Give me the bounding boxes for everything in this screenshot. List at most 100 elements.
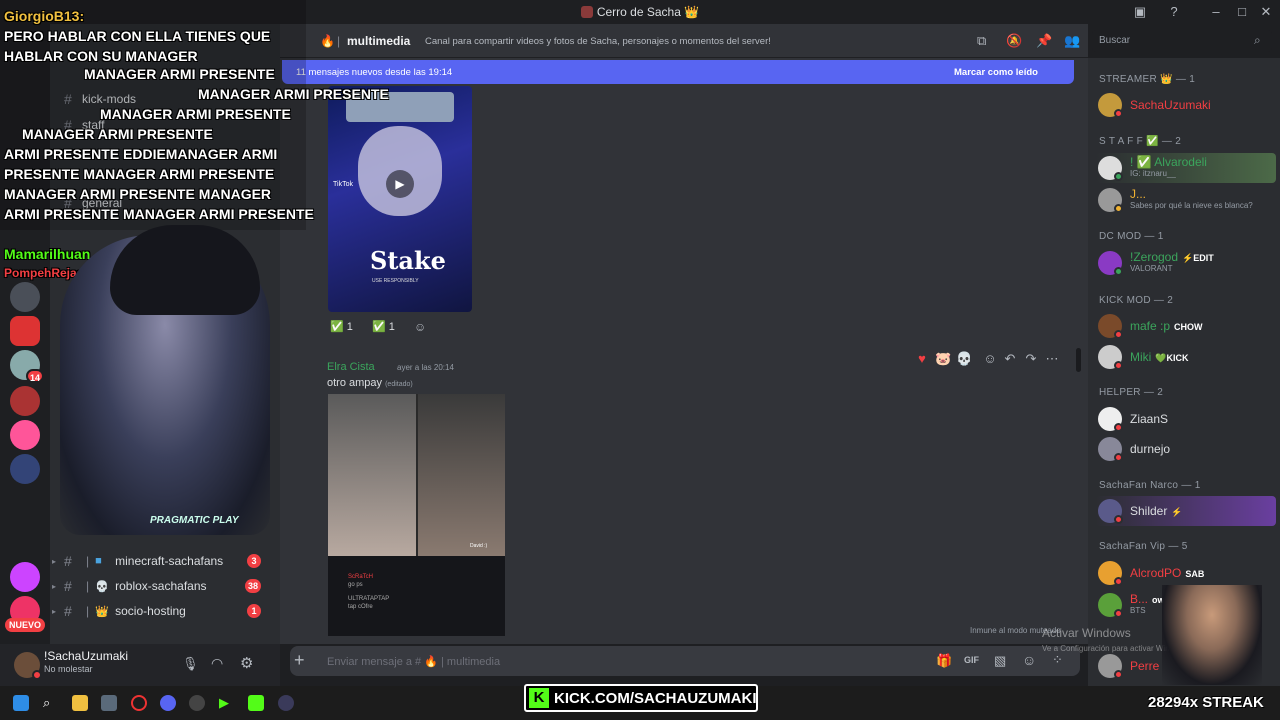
- skull-reaction-icon[interactable]: 💀: [956, 351, 972, 367]
- member-item[interactable]: !Zerogod ⚡EDIT VALORANT: [1096, 248, 1276, 278]
- search-icon[interactable]: ⌕: [43, 695, 59, 711]
- search-icon: ⌕: [1254, 33, 1261, 47]
- windows-start-icon[interactable]: [13, 695, 29, 711]
- maximize-button[interactable]: □: [1234, 4, 1250, 20]
- channel-item-minecraft[interactable]: ▸ # | ■ minecraft-sachafans 3: [50, 550, 275, 572]
- unread-badge: 3: [247, 554, 261, 568]
- more-options-icon[interactable]: ⋯: [1044, 351, 1060, 367]
- forward-icon[interactable]: ↷: [1023, 351, 1039, 367]
- search-input[interactable]: Buscar ⌕: [1092, 30, 1272, 52]
- pin-icon[interactable]: 📌: [1036, 33, 1052, 49]
- close-button[interactable]: ✕: [1258, 4, 1274, 20]
- add-attachment-icon[interactable]: +: [294, 650, 305, 671]
- apps-icon[interactable]: ⁘: [1052, 652, 1063, 668]
- skull-icon: 💀: [95, 580, 109, 593]
- photo-caption: David :): [470, 543, 488, 549]
- notification-bell-off-icon[interactable]: 🔕: [1006, 33, 1022, 49]
- status-dot: [1114, 267, 1123, 276]
- member-list-icon[interactable]: 👥: [1064, 33, 1080, 49]
- member-item[interactable]: mafe :p CHOW: [1096, 311, 1276, 341]
- channel-label: minecraft-sachafans: [115, 554, 224, 568]
- help-icon[interactable]: ?: [1166, 4, 1182, 20]
- member-tag: SAB: [1185, 569, 1205, 579]
- shirt-logo-text: PRAGMATIC PLAY: [150, 515, 239, 526]
- sticker-icon[interactable]: ▧: [994, 653, 1006, 669]
- member-group-header: SachaFan Vip — 5: [1099, 541, 1188, 552]
- member-group-header: DC MOD — 1: [1099, 231, 1164, 242]
- cube-icon: ■: [95, 555, 102, 567]
- chat-line: MANAGER ARMI PRESENTE: [198, 86, 389, 102]
- activate-windows-title: Activar Windows: [1042, 626, 1131, 640]
- status-dot: [1114, 423, 1123, 432]
- add-reaction-icon[interactable]: ☺: [414, 320, 426, 334]
- hash-icon: #: [64, 578, 72, 594]
- file-explorer-icon[interactable]: [72, 695, 88, 711]
- member-name: J...: [1130, 187, 1147, 201]
- status-dot: [1114, 172, 1123, 181]
- discord-icon[interactable]: [160, 695, 176, 711]
- chat-username: GiorgioB13:: [4, 8, 85, 24]
- channel-title: multimedia: [347, 34, 411, 48]
- message-composer[interactable]: + Enviar mensaje a # 🔥 | multimedia 🎁 GI…: [290, 646, 1080, 676]
- reaction[interactable]: ✅ 1: [372, 320, 395, 340]
- chat-line: HABLAR CON SU MANAGER: [4, 48, 198, 64]
- chat-line: MANAGER ARMI PRESENTE: [22, 126, 213, 142]
- photo-image: [418, 394, 505, 556]
- status-dot: [1114, 670, 1123, 679]
- kick-url-banner: K KICK.COM/SACHAUZUMAKI: [524, 684, 758, 712]
- server-icon[interactable]: [10, 562, 40, 592]
- search-placeholder: Buscar: [1099, 35, 1131, 46]
- status-dot: [1114, 109, 1123, 118]
- scrollbar[interactable]: [1076, 348, 1081, 372]
- new-messages-bar[interactable]: 11 mensajes nuevos desde las 19:14 Marca…: [282, 60, 1074, 84]
- kick-icon[interactable]: [248, 695, 264, 711]
- gif-icon[interactable]: GIF: [964, 655, 979, 665]
- obs-icon[interactable]: [278, 695, 294, 711]
- caret-icon: ▸: [52, 556, 57, 566]
- status-dot: [32, 670, 42, 680]
- add-reaction-icon[interactable]: ☺: [982, 351, 998, 367]
- image-attachment[interactable]: ScRaTcH go ps ULTRATAPTAP tap cOfre: [328, 556, 505, 636]
- chrome-icon[interactable]: [189, 695, 205, 711]
- settings-gear-icon[interactable]: ⚙: [240, 654, 253, 672]
- opera-icon[interactable]: [131, 695, 147, 711]
- minimize-button[interactable]: –: [1208, 4, 1224, 20]
- member-item[interactable]: Miki 💚KICK: [1096, 342, 1276, 372]
- member-item[interactable]: ! ✅ Alvarodeli IG: itznaru__: [1096, 153, 1276, 183]
- chat-line: ARMI PRESENTE EDDIEMANAGER ARMI: [4, 146, 278, 162]
- gift-icon[interactable]: 🎁: [936, 653, 952, 669]
- status-dot: [1114, 204, 1123, 213]
- crown-icon: 👑: [95, 605, 109, 618]
- heart-reaction-icon[interactable]: ♥: [914, 351, 930, 367]
- member-name: Miki: [1130, 350, 1152, 364]
- member-name: durnejo: [1130, 442, 1171, 456]
- emoji-icon[interactable]: ☺: [1022, 652, 1036, 668]
- reply-icon[interactable]: ↶: [1002, 351, 1018, 367]
- member-status: IG: itznaru__: [1130, 169, 1176, 178]
- inbox-icon[interactable]: ▣: [1132, 4, 1148, 20]
- member-item[interactable]: J... Sabes por qué la nieve es blanca?: [1096, 185, 1276, 215]
- emoji-reaction-icon[interactable]: 🐷: [935, 351, 951, 367]
- play-icon[interactable]: ▶: [219, 695, 235, 711]
- message-timestamp: ayer a las 20:14: [397, 363, 454, 372]
- member-item[interactable]: durnejo: [1096, 434, 1276, 464]
- mark-as-read-button[interactable]: Marcar como leído: [954, 67, 1038, 78]
- member-item[interactable]: SachaUzumaki: [1096, 90, 1276, 120]
- channel-item-roblox[interactable]: ▸ # | 💀 roblox-sachafans 38: [50, 575, 275, 597]
- calculator-icon[interactable]: [101, 695, 117, 711]
- headphones-icon[interactable]: ◠: [211, 655, 223, 672]
- member-item[interactable]: Shilder ⚡: [1096, 496, 1276, 526]
- member-item[interactable]: ZiaanS: [1096, 404, 1276, 434]
- microphone-icon[interactable]: 🎙: [182, 656, 199, 672]
- channel-topic[interactable]: Canal para compartir videos y fotos de S…: [425, 36, 771, 47]
- channel-item-socio-hosting[interactable]: ▸ # | 👑 socio-hosting 1: [50, 600, 275, 622]
- member-activity: BTS: [1130, 606, 1146, 615]
- channel-label: socio-hosting: [115, 604, 186, 618]
- member-item[interactable]: AlcrodPO SAB: [1096, 558, 1276, 588]
- kick-logo-icon: K: [529, 688, 549, 708]
- threads-icon[interactable]: ⧉: [977, 33, 986, 49]
- member-group-header: HELPER — 2: [1099, 387, 1164, 398]
- chat-line: PERO HABLAR CON ELLA TIENES QUE: [4, 28, 271, 44]
- play-icon[interactable]: ▶: [386, 170, 414, 198]
- new-messages-text: 11 mensajes nuevos desde las 19:14: [296, 67, 453, 78]
